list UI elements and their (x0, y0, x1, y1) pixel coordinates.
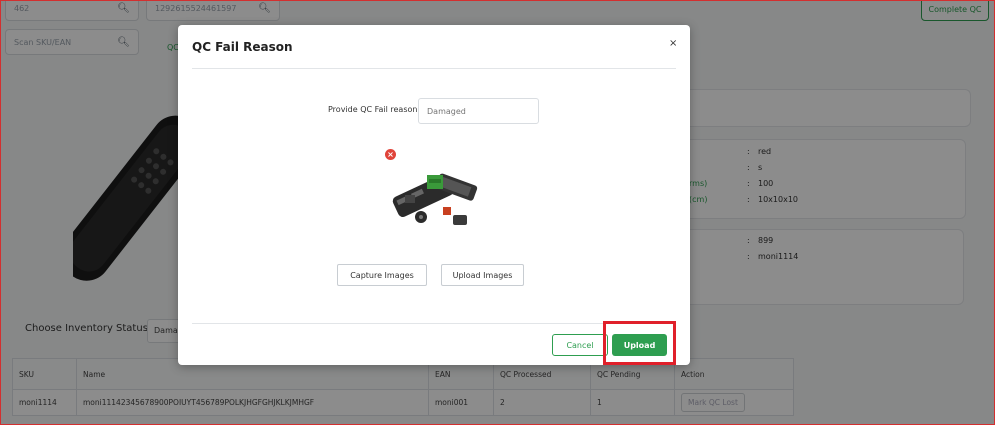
reason-input[interactable] (418, 98, 539, 124)
uploaded-image-thumbnail (383, 145, 481, 243)
highlight-box (603, 321, 676, 365)
modal-title: QC Fail Reason (192, 40, 293, 54)
app-frame: 462 🔍︎ 1292615524461597 🔍︎ Scan SKU/EAN … (0, 0, 995, 425)
cancel-button[interactable]: Cancel (552, 334, 608, 356)
remove-image-icon[interactable]: × (385, 149, 396, 160)
reason-label: Provide QC Fail reason : (328, 105, 423, 114)
capture-images-button[interactable]: Capture Images (337, 264, 427, 286)
qc-fail-reason-modal: QC Fail Reason × Provide QC Fail reason … (178, 25, 690, 365)
upload-images-button[interactable]: Upload Images (441, 264, 524, 286)
close-icon[interactable]: × (669, 38, 677, 49)
modal-divider (192, 68, 676, 69)
